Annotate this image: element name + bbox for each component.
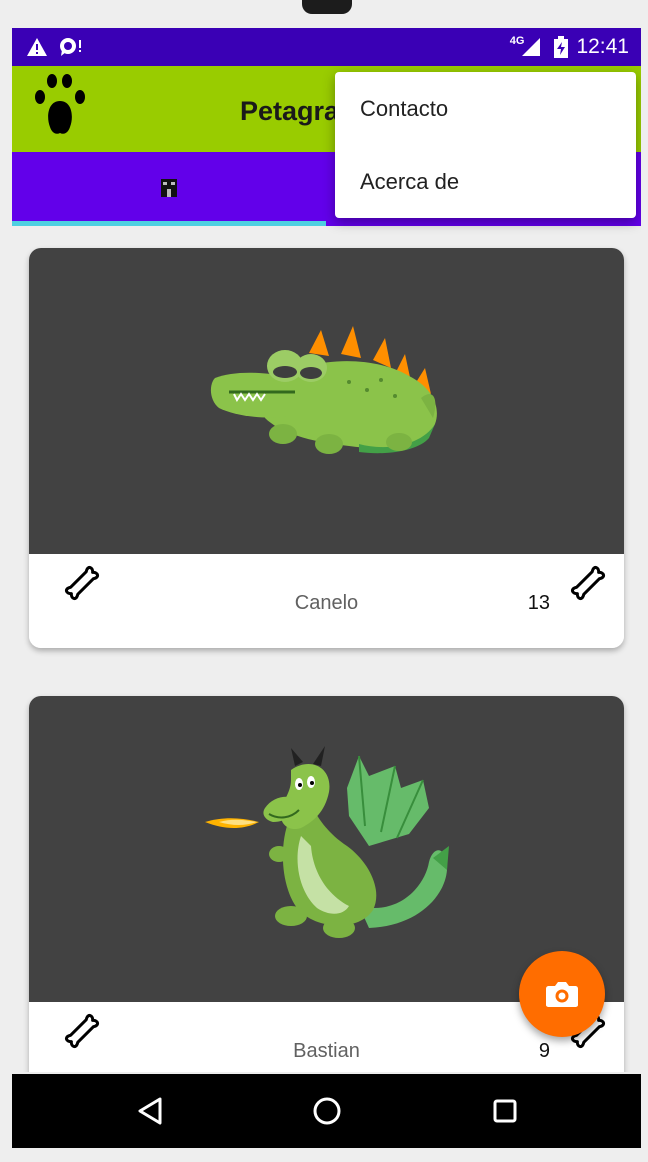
tab-home[interactable] — [12, 152, 326, 226]
clock: 12:41 — [576, 35, 629, 58]
notification-icon — [60, 38, 81, 56]
camera-icon — [546, 982, 578, 1007]
home-circle-icon[interactable] — [312, 1096, 342, 1126]
pet-card[interactable]: Canelo 13 — [29, 248, 624, 648]
recents-icon[interactable] — [492, 1098, 518, 1124]
back-icon[interactable] — [136, 1096, 164, 1126]
warning-icon — [27, 38, 47, 56]
bone-icon — [570, 565, 606, 601]
status-right: 4G 12:41 — [510, 28, 629, 66]
camera-fab[interactable] — [519, 951, 605, 1037]
paw-icon — [35, 74, 85, 134]
system-nav-bar — [12, 1074, 641, 1148]
screen: 4G 12:41 Petagram Canelo 13 Bastian 9 Co… — [12, 28, 641, 1148]
device-frame: 4G 12:41 Petagram Canelo 13 Bastian 9 Co… — [0, 0, 648, 1162]
status-left-icons — [26, 36, 84, 58]
dragon-image — [205, 746, 449, 938]
menu-item-acerca-de[interactable]: Acerca de — [335, 145, 636, 218]
pet-feed[interactable]: Canelo 13 Bastian 9 — [12, 226, 641, 1072]
camera-notch — [302, 0, 352, 14]
status-bar: 4G 12:41 — [12, 28, 641, 66]
home-icon — [161, 179, 177, 197]
pet-name: Bastian — [293, 1040, 360, 1062]
crocodile-image — [210, 326, 437, 454]
pet-likes-count: 9 — [538, 1040, 550, 1062]
pet-likes-count: 13 — [527, 592, 550, 614]
network-type-label: 4G — [509, 35, 525, 47]
pet-image[interactable] — [29, 248, 624, 554]
signal-icon — [522, 38, 541, 56]
battery-charging-icon — [554, 36, 569, 58]
menu-item-contacto[interactable]: Contacto — [335, 72, 636, 145]
overflow-menu: Contacto Acerca de — [335, 72, 636, 218]
pet-image[interactable] — [29, 696, 624, 1002]
pet-card-footer: Canelo 13 — [29, 554, 624, 648]
